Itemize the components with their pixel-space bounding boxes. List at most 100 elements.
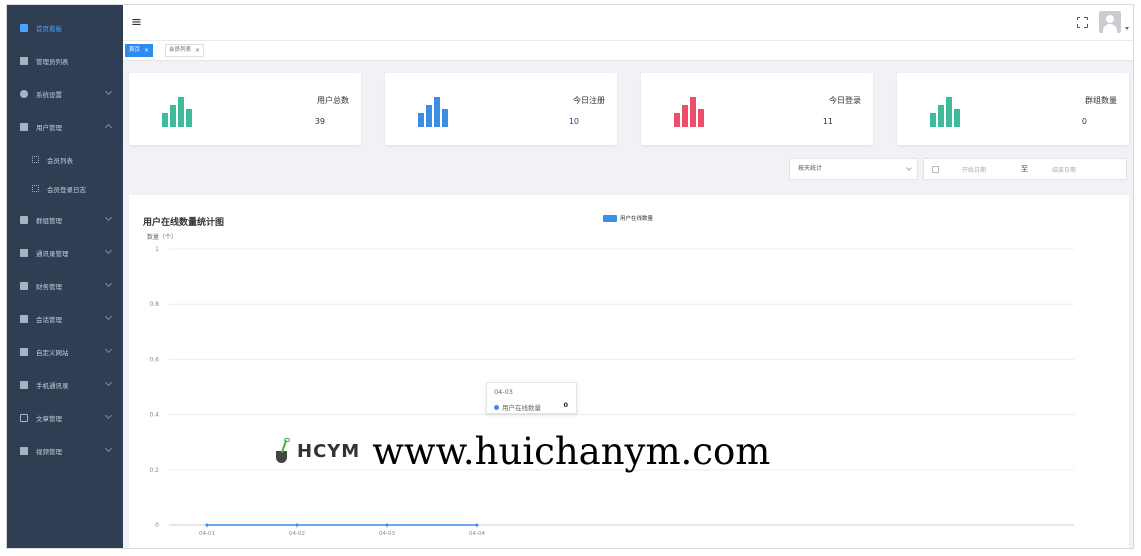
- tab-home[interactable]: 首页 ×: [125, 44, 154, 57]
- chevron-down-icon: [104, 444, 113, 453]
- sidebar-item-label: 通讯录管理: [36, 249, 69, 258]
- y-axis-label: 数量（个）: [147, 233, 177, 241]
- y-tick-label: 0.8: [149, 301, 159, 308]
- online-users-chart[interactable]: 数量（个） 0 0.2 0.4 0.6 0.8 1 04-01 04-02 04-03 04-04: [129, 195, 1129, 549]
- sidebar-item-phone-contacts[interactable]: 手机通讯录: [7, 368, 123, 401]
- tab-label: 首页: [129, 47, 141, 53]
- sidebar-item-label: 会员列表: [47, 156, 73, 165]
- user-icon: [20, 122, 28, 131]
- bar-chart-icon: [674, 95, 706, 127]
- sidebar-item-member-login-log[interactable]: 会员登录日志: [7, 172, 123, 205]
- close-icon[interactable]: ×: [195, 44, 200, 57]
- chevron-down-icon: [104, 213, 113, 222]
- stat-value: 11: [822, 117, 833, 126]
- document-icon: [20, 413, 28, 422]
- shovel-icon: [275, 438, 293, 464]
- stat-card-today-login: 今日登录 11: [641, 73, 873, 145]
- user-icon: [20, 248, 28, 257]
- chat-icon: [20, 314, 28, 323]
- x-tick-label: 04-04: [469, 531, 485, 537]
- sidebar-item-custom-website[interactable]: 自定义网站: [7, 335, 123, 368]
- sidebar-item-finance-management[interactable]: 财务管理: [7, 269, 123, 302]
- grid-icon: [32, 185, 39, 192]
- chat-icon: [20, 347, 28, 356]
- sidebar-item-admin-list[interactable]: 管理员列表: [7, 44, 123, 77]
- stat-value: 10: [568, 117, 579, 126]
- y-tick-label: 0.2: [149, 467, 159, 474]
- finance-icon: [20, 281, 28, 290]
- sidebar-item-label: 会员登录日志: [47, 185, 86, 194]
- stat-card-total-users: 用户总数 39: [129, 73, 361, 145]
- stat-title: 群组数量: [1085, 96, 1117, 105]
- sidebar-item-system-settings[interactable]: 系统设置: [7, 77, 123, 110]
- stat-mode-select[interactable]: 按天统计: [789, 158, 918, 180]
- chevron-up-icon: [104, 123, 113, 132]
- grid-icon: [32, 156, 39, 163]
- bar-chart-icon: [162, 95, 194, 127]
- sidebar-item-label: 用户管理: [36, 123, 62, 132]
- caret-down-icon[interactable]: [1125, 27, 1129, 30]
- contacts-icon: [20, 380, 28, 389]
- bar-chart-icon: [930, 95, 962, 127]
- stat-card-group-count: 群组数量 0: [897, 73, 1129, 145]
- stat-card-today-registered: 今日注册 10: [385, 73, 617, 145]
- tooltip-series: 用户在线数量: [502, 404, 541, 412]
- sidebar-item-article-management[interactable]: 文章管理: [7, 401, 123, 434]
- sidebar-item-user-management[interactable]: 用户管理: [7, 110, 123, 143]
- sidebar-item-dashboard[interactable]: 首页看板: [7, 11, 123, 44]
- app-frame: 首页看板 管理员列表 系统设置 用户管理 会员列表 会员登录日志 群组管理 通讯…: [6, 4, 1134, 549]
- end-date-input[interactable]: 结束日期: [1052, 165, 1076, 174]
- sidebar-item-contacts-management[interactable]: 通讯录管理: [7, 236, 123, 269]
- top-header: ≡: [123, 5, 1133, 41]
- y-tick-label: 0.4: [149, 412, 159, 419]
- sidebar: 首页看板 管理员列表 系统设置 用户管理 会员列表 会员登录日志 群组管理 通讯…: [7, 5, 123, 548]
- watermark: HCYM www.huichanym.com: [275, 429, 770, 473]
- y-tick-label: 0: [155, 522, 159, 529]
- chevron-down-icon: [104, 246, 113, 255]
- dashboard-icon: [20, 23, 28, 32]
- chevron-down-icon: [104, 279, 113, 288]
- stat-title: 今日注册: [573, 96, 605, 105]
- data-point: [295, 523, 299, 527]
- stat-value: 39: [314, 117, 325, 126]
- online-users-chart-card: 用户在线数量统计图 用户在线数量 数量（个） 0 0.2 0.4 0.6 0.8 1 04-0…: [129, 195, 1129, 549]
- chevron-down-icon: [104, 411, 113, 420]
- data-point: [385, 523, 389, 527]
- tab-label: 会员列表: [169, 47, 192, 53]
- chart-tooltip: 04-03 用户在线数量 0: [486, 382, 577, 414]
- video-icon: [20, 446, 28, 455]
- y-tick-label: 0.6: [149, 356, 159, 363]
- sidebar-item-label: 管理员列表: [36, 57, 69, 66]
- sidebar-item-label: 手机通讯录: [36, 381, 69, 390]
- calendar-icon: [932, 166, 939, 173]
- stat-mode-value: 按天统计: [798, 165, 823, 172]
- chevron-down-icon: [104, 312, 113, 321]
- chevron-down-icon: [104, 87, 113, 96]
- avatar-icon[interactable]: [1099, 11, 1121, 33]
- watermark-logo: HCYM: [275, 438, 360, 464]
- fullscreen-icon[interactable]: [1076, 16, 1088, 28]
- start-date-input[interactable]: 开始日期: [962, 165, 986, 174]
- tooltip-date: 04-03: [494, 388, 513, 396]
- tab-member-list[interactable]: 会员列表 ×: [165, 44, 205, 57]
- chevron-down-icon: [906, 165, 912, 171]
- series-dot: [494, 404, 499, 410]
- sidebar-item-label: 自定义网站: [36, 348, 69, 357]
- stat-title: 用户总数: [317, 96, 349, 105]
- sidebar-item-video-management[interactable]: 视频管理: [7, 434, 123, 467]
- date-range-picker[interactable]: 开始日期 至 结束日期: [923, 158, 1127, 180]
- group-icon: [20, 215, 28, 224]
- hamburger-icon[interactable]: ≡: [131, 16, 142, 29]
- user-icon: [20, 56, 28, 65]
- sidebar-item-session-management[interactable]: 会话管理: [7, 302, 123, 335]
- sidebar-item-label: 系统设置: [36, 90, 62, 99]
- watermark-logo-text: HCYM: [297, 440, 361, 462]
- data-point: [475, 523, 479, 527]
- sidebar-item-group-management[interactable]: 群组管理: [7, 203, 123, 236]
- gear-icon: [20, 89, 28, 98]
- sidebar-item-label: 视频管理: [36, 447, 62, 456]
- bar-chart-icon: [418, 95, 450, 127]
- sidebar-item-label: 群组管理: [36, 216, 62, 225]
- stat-title: 今日登录: [829, 96, 861, 105]
- close-icon[interactable]: ×: [144, 44, 149, 57]
